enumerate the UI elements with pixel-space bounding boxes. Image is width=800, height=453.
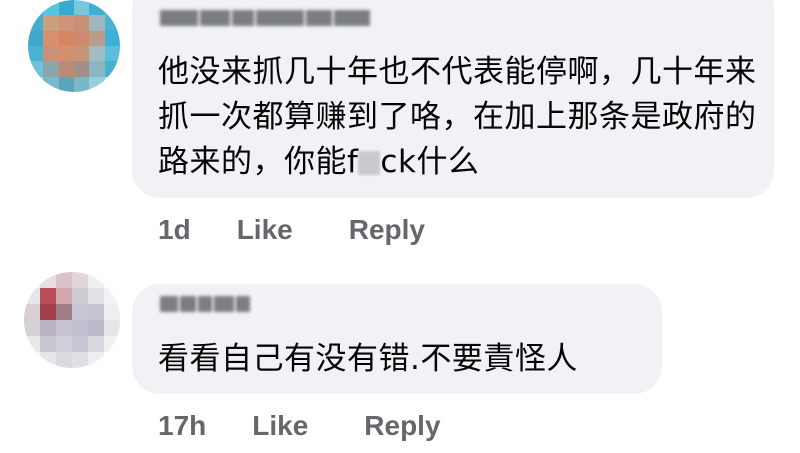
avatar-pixel [72,288,88,304]
avatar-pixel [56,320,72,336]
avatar-pixel [24,288,40,304]
comment-text-part-2: ck什么 [380,144,480,180]
avatar-pixel [89,0,105,16]
avatar-pixel [104,320,120,336]
like-button[interactable]: Like [252,410,308,442]
avatar-pixel [56,352,72,368]
avatar-pixel [24,272,40,288]
avatar-pixel [72,336,88,352]
avatar-pixel [28,61,44,77]
avatar-pixel [40,304,56,320]
comment-timestamp[interactable]: 17h [158,410,206,442]
comment-actions: 1d Like Reply [158,214,425,246]
avatar-pixel [40,352,56,368]
avatar-pixel [88,320,104,336]
avatar-pixel [24,304,40,320]
avatar-pixel [43,76,59,92]
avatar-pixel [58,61,74,77]
reply-button[interactable]: Reply [349,214,425,246]
commenter-name-blurred[interactable] [160,10,370,26]
avatar-pixel [43,45,59,62]
avatar-pixel [89,30,105,46]
avatar-pixel [88,272,104,288]
avatar-pixel [43,0,59,16]
avatar-pixel [73,15,90,31]
avatar-pixel [104,30,120,46]
avatar-pixel [72,272,88,288]
avatar-pixel [73,61,90,77]
comment-actions: 17h Like Reply [158,410,441,442]
avatar-pixel [104,272,120,288]
avatar-pixel [104,15,120,31]
avatar-pixel [89,76,105,92]
commenter-name-blurred[interactable] [160,296,250,312]
avatar-pixel [104,0,120,16]
commenter-avatar[interactable] [24,272,120,368]
avatar-pixel [104,45,120,62]
avatar-pixel [104,304,120,320]
avatar-pixel [104,76,120,92]
avatar-pixel [28,45,44,62]
like-button[interactable]: Like [237,214,293,246]
avatar-pixel [58,0,74,16]
avatar-pixel [89,15,105,31]
avatar-pixel [58,15,74,31]
avatar-pixel [88,352,104,368]
avatar-pixel [72,304,88,320]
avatar-pixel [104,336,120,352]
avatar-pixel [56,336,72,352]
avatar-pixel [104,288,120,304]
avatar-pixel [28,15,44,31]
avatar-pixel [43,30,59,46]
avatar-pixel [72,320,88,336]
avatar-pixel [73,30,90,46]
avatar-pixel [73,76,90,92]
avatar-pixel [40,320,56,336]
avatar-pixel [89,45,105,62]
avatar-pixel [88,336,104,352]
avatar-pixel [72,352,88,368]
avatar-pixel [43,15,59,31]
comment-timestamp[interactable]: 1d [158,214,191,246]
avatar-pixel [58,30,74,46]
avatar-pixel [43,61,59,77]
avatar-pixel [88,304,104,320]
avatar-pixel [73,0,90,16]
avatar-pixel [56,304,72,320]
avatar-pixel [104,352,120,368]
avatar-pixel [56,272,72,288]
reply-button[interactable]: Reply [364,410,440,442]
avatar-pixel [24,352,40,368]
comment-text: 看看自己有没有错.不要責怪人 [158,341,578,377]
avatar-pixel [28,76,44,92]
avatar-pixel [58,76,74,92]
avatar-pixel [58,45,74,62]
avatar-pixel [73,45,90,62]
avatar-pixel [56,288,72,304]
avatar-pixel [89,61,105,77]
avatar-pixel [28,0,44,16]
censor-blur [358,151,381,175]
avatar-pixel [88,288,104,304]
avatar-pixel [24,320,40,336]
comment-text: 他没来抓几十年也不代表能停啊，几十年来抓一次都算赚到了咯，在加上那条是政府的路来… [158,50,758,185]
avatar-pixel [104,61,120,77]
avatar-pixel [40,336,56,352]
avatar-pixel [28,30,44,46]
avatar-pixel [40,288,56,304]
avatar-pixel [24,336,40,352]
avatar-pixel [40,272,56,288]
commenter-avatar[interactable] [28,0,120,92]
